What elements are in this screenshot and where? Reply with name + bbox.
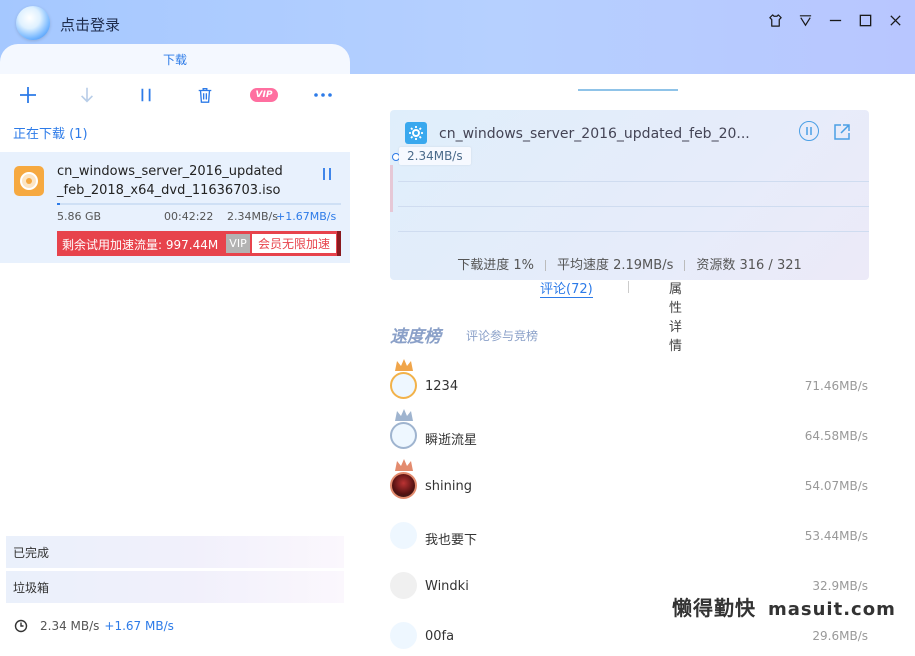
tab-divider bbox=[628, 281, 629, 293]
trial-accel-text: 剩余试用加速流量: 997.44M bbox=[62, 238, 219, 252]
window-controls bbox=[767, 12, 903, 28]
task-size: 5.86 GB bbox=[57, 210, 102, 223]
chart-gridline bbox=[398, 231, 869, 232]
completed-section[interactable]: 已完成 bbox=[6, 536, 344, 568]
speed-graph-line bbox=[390, 165, 393, 212]
speed-ranking-header: 速度榜 评论参与竞榜 bbox=[390, 322, 538, 347]
ranking-row[interactable]: 1234 71.46MB/s bbox=[390, 359, 870, 406]
task-speed: 2.34MB/s bbox=[227, 210, 278, 223]
close-icon[interactable] bbox=[887, 12, 903, 28]
speed-ranking-subtitle[interactable]: 评论参与竞榜 bbox=[466, 327, 538, 344]
maximize-icon[interactable] bbox=[857, 12, 873, 28]
footer-accel-speed: +1.67 MB/s bbox=[104, 619, 174, 633]
speed-ranking-title: 速度榜 bbox=[390, 327, 441, 347]
tab-properties[interactable]: 属性详情 bbox=[669, 278, 682, 354]
detail-pause-icon[interactable] bbox=[799, 121, 819, 141]
user-avatar[interactable] bbox=[390, 572, 417, 599]
detail-file-name: cn_windows_server_2016_updated_feb_20... bbox=[439, 126, 750, 142]
ranking-user-name: 00fa bbox=[425, 629, 455, 644]
ranking-speed: 71.46MB/s bbox=[804, 379, 868, 393]
ranking-user-name: Windki bbox=[425, 579, 469, 594]
avg-speed-text: 平均速度 2.19MB/s bbox=[556, 258, 674, 273]
ranking-user-name: 1234 bbox=[425, 379, 459, 394]
downloading-section-title[interactable]: 正在下载 (1) bbox=[13, 123, 88, 142]
trash-label: 垃圾箱 bbox=[13, 581, 50, 595]
task-detail-panel: cn_windows_server_2016_updated_feb_20...… bbox=[350, 74, 915, 650]
ranking-row[interactable]: 我也要下 53.44MB/s bbox=[390, 516, 870, 556]
app-logo-icon bbox=[16, 6, 50, 40]
download-task-item[interactable]: cn_windows_server_2016_updated_feb_2018_… bbox=[0, 152, 350, 263]
user-avatar[interactable] bbox=[390, 522, 417, 549]
delete-icon[interactable] bbox=[194, 84, 216, 106]
tab-comments[interactable]: 评论(72) bbox=[540, 282, 593, 298]
rank-crown-icon bbox=[395, 359, 413, 371]
user-avatar[interactable] bbox=[390, 472, 417, 499]
completed-label: 已完成 bbox=[13, 546, 50, 560]
vip-tag: VIP bbox=[226, 234, 250, 253]
watermark-cn: 懒得勤快 bbox=[672, 596, 756, 620]
ranking-speed: 29.6MB/s bbox=[812, 629, 868, 643]
tab-download[interactable]: 下载 bbox=[0, 44, 350, 76]
chart-gridline bbox=[398, 206, 869, 207]
download-toolbar: VIP bbox=[0, 74, 350, 116]
accel-bar-end bbox=[337, 231, 341, 256]
task-progress-bar bbox=[57, 203, 341, 205]
download-meta: 下载进度 1% 平均速度 2.19MB/s 资源数 316 / 321 bbox=[390, 254, 869, 273]
minimize-icon[interactable] bbox=[827, 12, 843, 28]
start-download-icon[interactable] bbox=[76, 84, 98, 106]
download-speed-card: cn_windows_server_2016_updated_feb_20...… bbox=[390, 110, 869, 280]
ranking-row[interactable]: shining 54.07MB/s bbox=[390, 459, 870, 506]
task-pause-icon[interactable] bbox=[320, 166, 334, 180]
download-panel: VIP 正在下载 (1) cn_windows_server_2016_upda… bbox=[0, 74, 368, 650]
rank-crown-icon bbox=[395, 459, 413, 471]
trial-accel-bar: 剩余试用加速流量: 997.44M VIP 会员无限加速 bbox=[57, 231, 341, 256]
progress-text: 下载进度 1% bbox=[457, 258, 534, 273]
menu-dropdown-icon[interactable] bbox=[797, 12, 813, 28]
detail-subtabs: 评论(72) 属性详情 bbox=[540, 278, 682, 354]
ranking-row[interactable]: 瞬逝流星 64.58MB/s bbox=[390, 409, 870, 456]
iso-file-icon bbox=[14, 166, 44, 196]
task-accel-speed: +1.67MB/s bbox=[276, 210, 337, 223]
task-progress-fill bbox=[57, 203, 60, 205]
tab-download-label: 下载 bbox=[162, 53, 187, 67]
member-accel-button[interactable]: 会员无限加速 bbox=[252, 234, 336, 253]
user-avatar[interactable] bbox=[390, 422, 417, 449]
add-task-icon[interactable] bbox=[17, 84, 39, 106]
ranking-user-name: 瞬逝流星 bbox=[425, 433, 478, 448]
footer-speed: 2.34 MB/s bbox=[40, 619, 100, 633]
rank-crown-icon bbox=[395, 409, 413, 421]
settings-gear-icon bbox=[405, 122, 427, 144]
ranking-speed: 64.58MB/s bbox=[804, 429, 868, 443]
chart-gridline bbox=[398, 181, 869, 182]
user-avatar[interactable] bbox=[390, 372, 417, 399]
ranking-speed: 32.9MB/s bbox=[812, 579, 868, 593]
watermark-en: masuit.com bbox=[768, 599, 896, 620]
skin-shirt-icon[interactable] bbox=[767, 12, 783, 28]
ranking-user-name: shining bbox=[425, 479, 472, 494]
current-speed-tag: 2.34MB/s bbox=[399, 147, 471, 165]
detail-tab-indicator bbox=[578, 89, 678, 91]
pause-icon[interactable] bbox=[135, 84, 157, 106]
ranking-speed: 53.44MB/s bbox=[804, 529, 868, 543]
ranking-speed: 54.07MB/s bbox=[804, 479, 868, 493]
trash-section[interactable]: 垃圾箱 bbox=[6, 571, 344, 603]
open-external-icon[interactable] bbox=[833, 123, 851, 141]
ranking-row[interactable]: 00fa 29.6MB/s bbox=[390, 616, 870, 656]
user-avatar[interactable] bbox=[390, 622, 417, 649]
clock-icon bbox=[14, 619, 28, 633]
ranking-user-name: 我也要下 bbox=[425, 533, 478, 548]
footer-speed-bar: 2.34 MB/s +1.67 MB/s bbox=[14, 619, 174, 633]
login-link[interactable]: 点击登录 bbox=[60, 14, 120, 35]
more-options-icon[interactable] bbox=[312, 84, 334, 106]
task-remaining-time: 00:42:22 bbox=[164, 210, 214, 223]
task-filename: cn_windows_server_2016_updated_feb_2018_… bbox=[57, 164, 283, 198]
watermark: 懒得勤快 masuit.com bbox=[672, 592, 896, 621]
resources-text: 资源数 316 / 321 bbox=[696, 258, 802, 273]
vip-badge-button[interactable]: VIP bbox=[250, 88, 278, 102]
